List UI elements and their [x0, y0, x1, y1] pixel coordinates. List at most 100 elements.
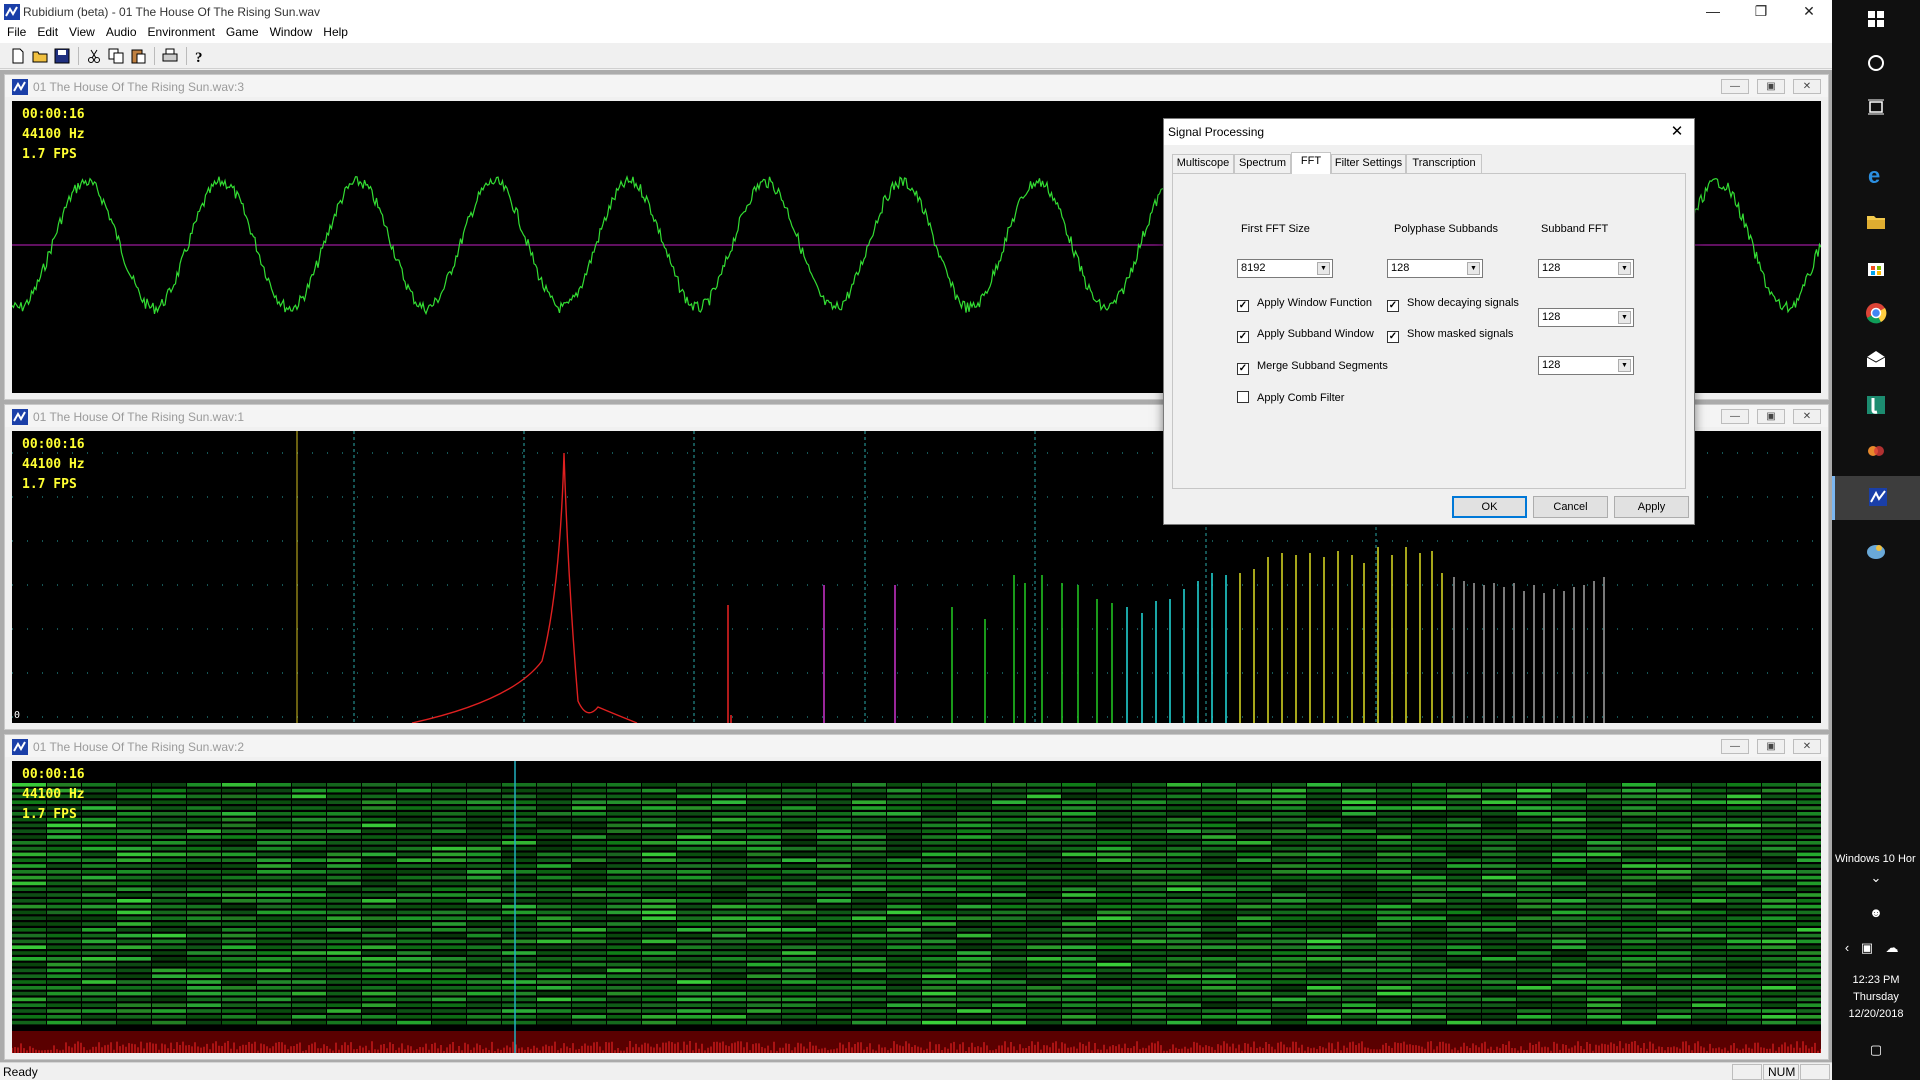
- chevron-left-icon[interactable]: ‹: [1840, 940, 1854, 955]
- spectrogram-cell: [887, 783, 921, 787]
- menu-environment[interactable]: Environment: [144, 24, 219, 43]
- child-title-bar[interactable]: 01 The House Of The Rising Sun.wav:3 — ▣…: [5, 75, 1828, 97]
- spectrogram-cell: [1657, 1015, 1691, 1019]
- menu-game[interactable]: Game: [222, 24, 263, 43]
- apply-comb-filter-checkbox[interactable]: Apply Comb Filter: [1237, 391, 1344, 405]
- spectrogram-cell: [467, 864, 501, 868]
- child-close-button[interactable]: ✕: [1793, 739, 1821, 754]
- help-icon[interactable]: ?: [190, 46, 210, 66]
- app-icon[interactable]: [1832, 530, 1920, 574]
- spectrogram-display[interactable]: 00:00:16 44100 Hz 1.7 FPS: [12, 761, 1821, 1053]
- cancel-button[interactable]: Cancel: [1533, 496, 1608, 518]
- ok-button[interactable]: OK: [1452, 496, 1527, 518]
- windows-start-icon[interactable]: [1832, 0, 1920, 44]
- menu-window[interactable]: Window: [266, 24, 317, 43]
- child-close-button[interactable]: ✕: [1793, 79, 1821, 94]
- show-decaying-signals-checkbox[interactable]: ✓ Show decaying signals: [1387, 297, 1519, 312]
- menu-view[interactable]: View: [65, 24, 99, 43]
- app-icon[interactable]: [1832, 430, 1920, 474]
- child-restore-button[interactable]: ▣: [1757, 79, 1785, 94]
- merge-subband-segments-checkbox[interactable]: ✓ Merge Subband Segments: [1237, 360, 1388, 375]
- menu-audio[interactable]: Audio: [102, 24, 141, 43]
- child-restore-button[interactable]: ▣: [1757, 409, 1785, 424]
- chrome-icon[interactable]: [1832, 292, 1920, 336]
- open-folder-icon[interactable]: [30, 46, 50, 66]
- tab-transcription[interactable]: Transcription: [1406, 154, 1482, 173]
- dialog-close-icon[interactable]: ✕: [1666, 122, 1688, 142]
- child-minimize-button[interactable]: —: [1721, 79, 1749, 94]
- app-icon[interactable]: [1832, 384, 1920, 428]
- chevron-down-icon[interactable]: ⌄: [1868, 870, 1884, 886]
- menu-file[interactable]: File: [3, 24, 30, 43]
- child-minimize-button[interactable]: —: [1721, 739, 1749, 754]
- tab-fft[interactable]: FFT: [1291, 152, 1331, 174]
- spectrogram-cell: [1692, 899, 1726, 903]
- spectrogram-cell: [1027, 922, 1061, 926]
- child-close-button[interactable]: ✕: [1793, 409, 1821, 424]
- spectrogram-cell: [1307, 788, 1341, 793]
- spectrogram-cell: [1202, 974, 1236, 978]
- spectrogram-cell: [642, 974, 676, 978]
- child-restore-button[interactable]: ▣: [1757, 739, 1785, 754]
- subband-fft-select-2[interactable]: 128 ▼: [1538, 308, 1634, 327]
- dialog-title: Signal Processing: [1168, 125, 1265, 139]
- paste-icon[interactable]: [128, 46, 148, 66]
- copy-icon[interactable]: [106, 46, 126, 66]
- cortana-icon[interactable]: [1832, 44, 1920, 88]
- spectrogram-cell: [1622, 945, 1656, 949]
- people-icon[interactable]: ☻: [1867, 905, 1885, 920]
- spectrogram-cell: [397, 887, 431, 891]
- rubidium-icon[interactable]: [1832, 476, 1920, 520]
- show-masked-signals-checkbox[interactable]: ✓ Show masked signals: [1387, 328, 1513, 343]
- menu-help[interactable]: Help: [319, 24, 352, 43]
- polyphase-subbands-select[interactable]: 128 ▼: [1387, 259, 1483, 278]
- dialog-title-bar[interactable]: Signal Processing ✕: [1164, 119, 1694, 145]
- tab-multiscope[interactable]: Multiscope: [1172, 154, 1234, 173]
- spectrogram-cell: [1027, 835, 1061, 839]
- spectrogram-cell: [327, 794, 361, 799]
- apply-window-function-checkbox[interactable]: ✓ Apply Window Function: [1237, 297, 1372, 312]
- clock[interactable]: 12:23 PM Thursday 12/20/2018: [1832, 972, 1920, 1023]
- spectrogram-cell: [292, 806, 326, 810]
- edge-icon[interactable]: e: [1832, 154, 1920, 198]
- spectrogram-cell: [467, 957, 501, 961]
- close-button[interactable]: ✕: [1786, 0, 1832, 24]
- subband-fft-select[interactable]: 128 ▼: [1538, 259, 1634, 278]
- store-icon[interactable]: [1832, 246, 1920, 290]
- spectrogram-cell: [642, 794, 676, 799]
- spectrogram-cell: [47, 968, 81, 973]
- spectrogram-cell: [327, 875, 361, 880]
- mail-icon[interactable]: [1832, 338, 1920, 382]
- save-icon[interactable]: [52, 46, 72, 66]
- spectrogram-cell: [1657, 968, 1691, 973]
- new-file-icon[interactable]: [8, 46, 28, 66]
- spectrogram-cell: [782, 806, 816, 810]
- apply-subband-window-checkbox[interactable]: ✓ Apply Subband Window: [1237, 328, 1374, 343]
- tab-spectrum[interactable]: Spectrum: [1234, 154, 1291, 173]
- spectrogram-cell: [47, 916, 81, 920]
- child-minimize-button[interactable]: —: [1721, 409, 1749, 424]
- menu-edit[interactable]: Edit: [33, 24, 62, 43]
- restore-button[interactable]: ❐: [1738, 0, 1784, 24]
- spectrogram-cell: [1622, 881, 1656, 886]
- action-center-icon[interactable]: ▢: [1866, 1042, 1886, 1058]
- first-fft-size-select[interactable]: 8192 ▼: [1237, 259, 1333, 278]
- task-view-icon[interactable]: [1832, 88, 1920, 132]
- file-explorer-icon[interactable]: [1832, 200, 1920, 244]
- minimize-button[interactable]: —: [1690, 0, 1736, 24]
- spectrogram-cell: [1692, 933, 1726, 938]
- apply-button[interactable]: Apply: [1614, 496, 1689, 518]
- print-icon[interactable]: [160, 46, 180, 66]
- spectrogram-cell: [1097, 939, 1131, 944]
- tab-filter-settings[interactable]: Filter Settings: [1331, 154, 1406, 173]
- cut-icon[interactable]: [84, 46, 104, 66]
- spectrogram-cell: [887, 864, 921, 868]
- spectrogram-cell: [257, 858, 291, 862]
- subband-fft-select-3[interactable]: 128 ▼: [1538, 356, 1634, 375]
- child-title-bar[interactable]: 01 The House Of The Rising Sun.wav:2 — ▣…: [5, 735, 1828, 757]
- network-icon[interactable]: ▣: [1858, 940, 1876, 956]
- spectrogram-cell: [1272, 945, 1306, 949]
- spectrogram-cell: [1202, 962, 1236, 967]
- onedrive-icon[interactable]: ☁: [1882, 940, 1902, 956]
- spectrogram-cell: [572, 945, 606, 949]
